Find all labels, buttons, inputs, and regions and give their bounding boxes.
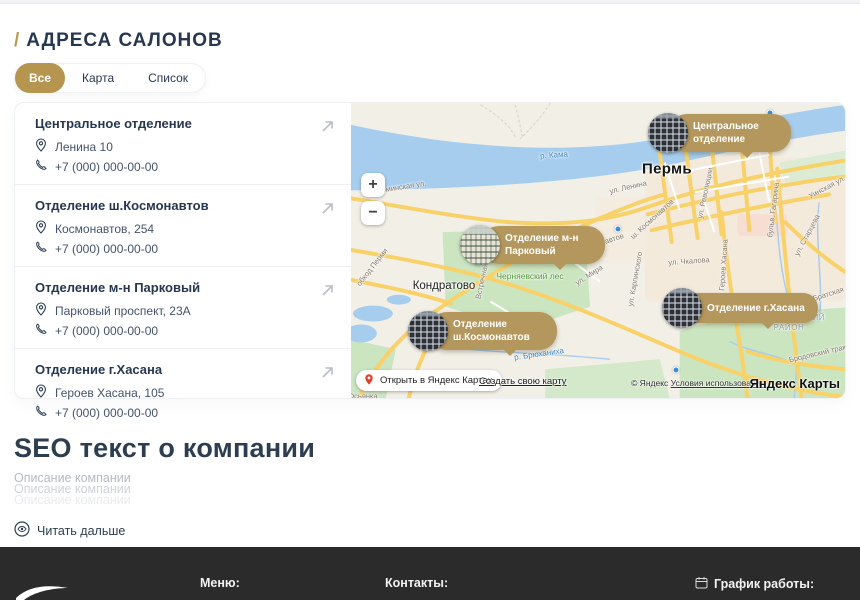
marker-tail: [761, 322, 775, 329]
branches-card: Центральное отделение Ленина 10 +7 (000)…: [14, 102, 846, 399]
branch-phone: +7 (000) 000-00-00: [55, 324, 158, 338]
open-branch-arrow-icon[interactable]: [319, 282, 336, 304]
branch-photo-thumbnail: [460, 225, 500, 265]
footer-schedule-heading: График работы:: [695, 576, 814, 592]
transit-stop-dot: [615, 226, 622, 233]
branch-address: Героев Хасана, 105: [55, 386, 164, 400]
page-footer: Меню: Контакты: График работы:: [0, 547, 860, 600]
red-pin-icon: [363, 373, 375, 389]
map-village-label: Осьянка: [351, 392, 378, 399]
seo-description: Описание компании Описание компании Опис…: [14, 473, 846, 506]
branch-name: Отделение м-н Парковый: [35, 280, 305, 295]
branch-photo-thumbnail: [662, 288, 702, 328]
branch-photo-thumbnail: [648, 113, 688, 153]
yandex-maps-logo[interactable]: Яндекс Карты: [750, 376, 840, 391]
page-title: / АДРЕСА САЛОНОВ: [14, 30, 846, 52]
branch-phone: +7 (000) 000-00-00: [55, 406, 158, 420]
marker-label: Отделение г.Хасана: [707, 302, 805, 315]
footer-menu-heading: Меню:: [200, 576, 240, 590]
map-forest-label: Черняевский лес: [496, 271, 563, 281]
open-branch-arrow-icon[interactable]: [319, 118, 336, 140]
map-zoom-in-button[interactable]: +: [361, 173, 385, 197]
phone-icon: [35, 241, 47, 256]
yandex-copyright-label: © Яндекс: [631, 378, 668, 388]
seo-heading: SEO текст о компании: [14, 433, 846, 464]
phone-icon: [35, 405, 47, 420]
footer-contacts-heading: Контакты:: [385, 576, 448, 590]
map-town-label: Кондратово: [413, 280, 476, 292]
phone-icon: [35, 159, 47, 174]
tab-list[interactable]: Список: [131, 63, 205, 93]
marker-tail: [503, 349, 517, 356]
branch-photo-thumbnail: [408, 311, 448, 351]
tab-all[interactable]: Все: [15, 63, 65, 93]
phone-icon: [35, 323, 47, 338]
branch-name: Отделение г.Хасана: [35, 362, 305, 377]
branch-address: Ленина 10: [55, 140, 113, 154]
marker-label: Центральное отделение: [693, 120, 778, 146]
map-copyright: © Яндекс Условия использования: [631, 378, 765, 388]
marker-tail: [740, 151, 754, 158]
page-title-text: АДРЕСА САЛОНОВ: [26, 30, 222, 51]
map-river-label: р. Кама: [540, 150, 569, 161]
branch-phone: +7 (000) 000-00-00: [55, 242, 158, 256]
footer-logo: [14, 582, 70, 605]
seo-description-line: Описание компании: [14, 484, 846, 495]
top-header-strip: [0, 0, 860, 4]
open-in-yandex-maps-label: Открыть в Яндекс Картах: [380, 375, 492, 386]
addresses-section: / АДРЕСА САЛОНОВ Все Карта Список Централ…: [0, 30, 860, 542]
title-slash-decoration: /: [14, 30, 20, 51]
branch-phone: +7 (000) 000-00-00: [55, 160, 158, 174]
map-marker-parkovy[interactable]: Отделение м-н Парковый: [481, 226, 605, 264]
map-marker-central[interactable]: Центральное отделение: [669, 114, 791, 152]
branch-list: Центральное отделение Ленина 10 +7 (000)…: [15, 103, 351, 398]
calendar-icon: [695, 576, 708, 592]
open-branch-arrow-icon[interactable]: [319, 200, 336, 222]
location-pin-icon: [35, 220, 47, 237]
open-branch-arrow-icon[interactable]: [319, 364, 336, 386]
branch-item-parkovy[interactable]: Отделение м-н Парковый Парковый проспект…: [15, 266, 351, 348]
branch-item-central[interactable]: Центральное отделение Ленина 10 +7 (000)…: [15, 103, 351, 184]
marker-label: Отделение ш.Космонавтов: [453, 318, 544, 344]
branch-item-kosmonavtov[interactable]: Отделение ш.Космонавтов Космонавтов, 254…: [15, 184, 351, 266]
branch-address: Парковый проспект, 23А: [55, 304, 191, 318]
marker-label: Отделение м-н Парковый: [505, 232, 592, 258]
transit-stop-dot: [673, 367, 680, 374]
eye-icon: [14, 521, 30, 540]
branch-name: Отделение ш.Космонавтов: [35, 198, 305, 213]
map-marker-kosmonavtov[interactable]: Отделение ш.Космонавтов: [429, 312, 557, 350]
seo-description-line: Описание компании: [14, 473, 846, 484]
tab-map[interactable]: Карта: [65, 63, 131, 93]
read-more-link[interactable]: Читать дальше: [14, 521, 125, 540]
branch-item-khasana[interactable]: Отделение г.Хасана Героев Хасана, 105 +7…: [15, 348, 351, 430]
map-city-label: Пермь: [642, 161, 692, 178]
footer-schedule-label: График работы:: [714, 577, 814, 591]
location-pin-icon: [35, 138, 47, 155]
seo-description-line: Описание компании: [14, 495, 846, 506]
branch-address: Космонавтов, 254: [55, 222, 154, 236]
marker-tail: [553, 263, 567, 270]
map-zoom-out-button[interactable]: −: [361, 201, 385, 225]
create-own-map-link[interactable]: Создать свою карту: [479, 376, 566, 387]
read-more-label: Читать дальше: [37, 524, 125, 538]
location-pin-icon: [35, 302, 47, 319]
branch-name: Центральное отделение: [35, 116, 305, 131]
view-switcher-tabs: Все Карта Список: [14, 63, 206, 93]
map-marker-khasana[interactable]: Отделение г.Хасана: [683, 293, 818, 323]
yandex-map-canvas[interactable]: Пермь Кондратово Черняевский лес СВЕРДЛО…: [351, 103, 845, 398]
location-pin-icon: [35, 384, 47, 401]
